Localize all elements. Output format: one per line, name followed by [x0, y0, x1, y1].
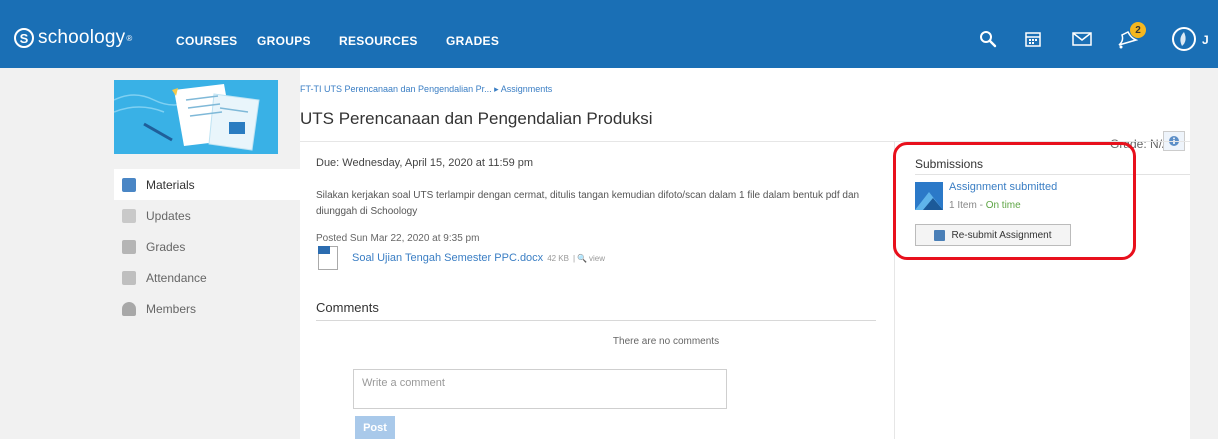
search-icon[interactable] [977, 28, 999, 50]
breadcrumb-separator: ▸ [494, 84, 499, 94]
nav-courses[interactable]: COURSES [176, 34, 237, 48]
submissions-highlight-annotation [893, 142, 1136, 260]
sidebar-item-members[interactable]: Members [114, 293, 300, 324]
post-comment-button[interactable]: Post [355, 416, 395, 439]
calendar-icon[interactable] [1022, 28, 1044, 50]
nav-resources[interactable]: RESOURCES [339, 34, 418, 48]
attendance-icon [122, 270, 136, 285]
top-navigation-bar: S schoology ® COURSES GROUPS RESOURCES G… [0, 0, 1218, 68]
mail-icon[interactable] [1071, 28, 1093, 50]
page-title: UTS Perencanaan dan Pengendalian Produks… [300, 109, 653, 128]
no-comments-text: There are no comments [612, 336, 720, 347]
materials-icon [122, 177, 136, 192]
attachment-separator: | [572, 253, 576, 263]
comments-heading: Comments [316, 300, 379, 315]
attachment: Soal Ujian Tengah Semester PPC.docx 42 K… [318, 246, 605, 270]
word-document-icon [318, 246, 338, 270]
course-banner-image[interactable] [114, 80, 278, 154]
schoology-logo[interactable]: S schoology ® [14, 27, 132, 49]
posted-date: Posted Sun Mar 22, 2020 at 9:35 pm [316, 233, 480, 244]
attachment-link[interactable]: Soal Ujian Tengah Semester PPC.docx [352, 252, 543, 264]
comments-divider [316, 320, 876, 321]
sidebar-item-label: Attendance [146, 270, 207, 285]
due-date: Due: Wednesday, April 15, 2020 at 11:59 … [316, 157, 534, 169]
view-link[interactable]: view [589, 254, 605, 263]
user-name-initial[interactable]: J [1202, 33, 1209, 47]
logo-mark-icon: S [14, 28, 34, 48]
logo-trademark: ® [126, 33, 133, 43]
breadcrumb-assignments-link[interactable]: Assignments [501, 84, 553, 94]
sidebar-item-label: Updates [146, 208, 191, 223]
logo-text: schoology [38, 27, 126, 48]
grades-icon [122, 239, 136, 254]
sidebar-item-grades[interactable]: Grades [114, 231, 300, 262]
sidebar-item-attendance[interactable]: Attendance [114, 262, 300, 293]
breadcrumb-course-link[interactable]: FT-TI UTS Perencanaan dan Pengendalian P… [300, 84, 492, 94]
sidebar-item-label: Grades [146, 239, 186, 254]
nav-groups[interactable]: GROUPS [257, 34, 311, 48]
breadcrumb: FT-TI UTS Perencanaan dan Pengendalian P… [300, 84, 552, 95]
sidebar-item-label: Members [146, 301, 197, 316]
user-avatar[interactable] [1172, 27, 1196, 51]
members-icon [122, 301, 136, 316]
attachment-size: 42 KB [547, 253, 569, 263]
nav-grades[interactable]: GRADES [446, 34, 499, 48]
comment-input[interactable]: Write a comment [353, 369, 727, 409]
course-sidebar-nav: Materials Updates Grades Attendance Memb… [114, 169, 300, 324]
sidebar-item-materials[interactable]: Materials [114, 169, 300, 200]
assignment-description: Silakan kerjakan soal UTS terlampir deng… [316, 190, 860, 217]
notification-count-badge[interactable]: 2 [1130, 22, 1146, 38]
view-icon[interactable]: 🔍 [577, 254, 587, 263]
right-gutter [1190, 68, 1218, 439]
sidebar-item-label: Materials [146, 177, 195, 192]
sidebar-item-updates[interactable]: Updates [114, 200, 300, 231]
updates-icon [122, 208, 136, 223]
